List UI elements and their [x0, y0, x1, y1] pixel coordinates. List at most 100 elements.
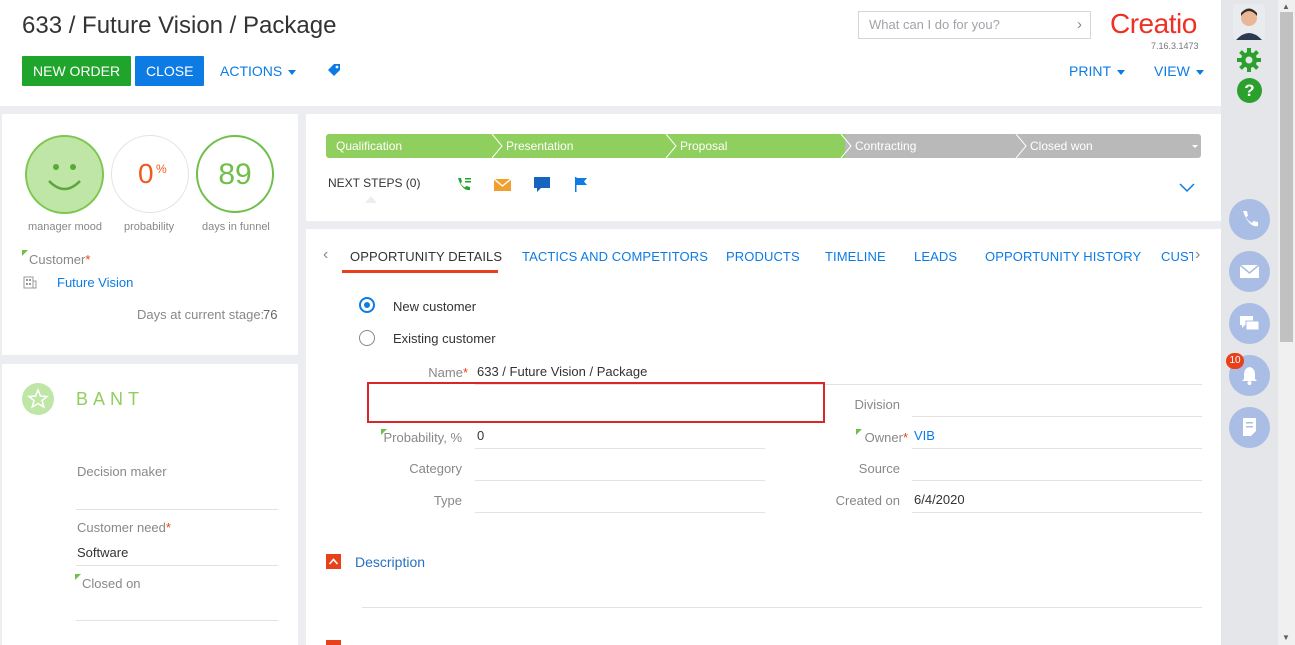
star-icon — [27, 388, 49, 409]
bant-icon — [22, 383, 54, 415]
notification-count-badge: 10 — [1226, 353, 1244, 369]
description-group-title[interactable]: Description — [355, 554, 425, 570]
decision-maker-label: Decision maker — [77, 464, 167, 479]
customer-need-value[interactable]: Software — [77, 545, 128, 560]
probability-unit: % — [156, 162, 167, 176]
probability-field-label: Probability, % — [383, 430, 462, 445]
tab-leads[interactable]: LEADS — [914, 249, 957, 264]
page-title: 633 / Future Vision / Package — [22, 12, 337, 39]
tab-customer-truncated[interactable]: CUST — [1161, 249, 1193, 264]
tab-opportunity-details[interactable]: OPPORTUNITY DETAILS — [350, 249, 502, 264]
category-label: Category — [409, 461, 462, 476]
document-icon — [1243, 418, 1256, 436]
message-icon[interactable] — [534, 177, 550, 192]
customer-link[interactable]: Future Vision — [57, 275, 133, 290]
days-in-funnel-caption: days in funnel — [202, 221, 270, 233]
chevron-down-icon[interactable] — [1179, 183, 1195, 193]
tabs-scroll-left-icon[interactable]: ‹ — [323, 246, 328, 264]
created-on-value: 6/4/2020 — [914, 492, 965, 507]
tab-timeline[interactable]: TIMELINE — [825, 249, 886, 264]
search-input[interactable]: What can I do for you? › — [858, 11, 1091, 39]
tab-opportunity-history[interactable]: OPPORTUNITY HISTORY — [985, 249, 1141, 264]
existing-customer-label: Existing customer — [393, 331, 496, 346]
phone-icon — [1243, 211, 1258, 227]
email-icon[interactable] — [494, 178, 511, 191]
close-button[interactable]: CLOSE — [135, 56, 205, 86]
collapse-icon[interactable] — [326, 640, 341, 645]
stage-panel — [306, 114, 1221, 221]
owner-value[interactable]: VIB — [914, 428, 935, 443]
view-label: VIEW — [1154, 63, 1190, 79]
customer-need-label: Customer need* — [77, 520, 171, 535]
smiley-icon — [48, 164, 81, 191]
name-value[interactable]: 633 / Future Vision / Package — [477, 364, 647, 379]
print-label: PRINT — [1069, 63, 1111, 79]
decision-maker-field[interactable] — [76, 509, 278, 510]
days-in-funnel-indicator: 89 — [196, 135, 274, 213]
required-marker — [22, 250, 28, 256]
gear-icon[interactable] — [1236, 47, 1262, 73]
active-tab-indicator — [342, 270, 498, 273]
customer-need-underline — [76, 565, 278, 566]
feed-button[interactable] — [1229, 407, 1270, 448]
highlight-box — [367, 382, 825, 423]
customer-label: Customer* — [29, 252, 91, 267]
name-label: Name* — [428, 365, 468, 380]
tab-tactics-and-competitors[interactable]: TACTICS AND COMPETITORS — [522, 249, 708, 264]
view-menu[interactable]: VIEW — [1154, 63, 1204, 79]
new-customer-label: New customer — [393, 299, 477, 314]
scroll-thumb[interactable] — [1280, 12, 1293, 342]
probability-field-value[interactable]: 0 — [477, 428, 484, 443]
existing-customer-radio[interactable] — [359, 330, 375, 346]
created-on-underline — [912, 512, 1202, 513]
page-header: 633 / Future Vision / Package NEW ORDER … — [0, 0, 1221, 106]
probability-underline — [475, 448, 765, 449]
creatio-logo: Creatio — [1110, 8, 1197, 39]
flag-icon[interactable] — [574, 177, 588, 192]
days-at-stage-label: Days at current stage: — [137, 307, 265, 322]
bant-title: BANT — [76, 389, 145, 409]
description-field[interactable] — [362, 607, 1202, 608]
division-field[interactable] — [912, 416, 1202, 417]
next-steps-label[interactable]: NEXT STEPS (0) — [328, 176, 420, 190]
actions-menu[interactable]: ACTIONS — [220, 63, 297, 79]
source-field[interactable] — [912, 480, 1202, 481]
envelope-icon — [1239, 264, 1260, 278]
tag-icon[interactable] — [326, 62, 342, 78]
scroll-up-arrow[interactable]: ▲ — [1282, 2, 1290, 11]
new-order-button[interactable]: NEW ORDER — [22, 56, 132, 86]
manager-mood-indicator[interactable] — [25, 135, 104, 214]
scroll-down-arrow[interactable]: ▼ — [1282, 633, 1290, 642]
closed-on-label: Closed on — [82, 576, 141, 591]
collapse-icon[interactable] — [326, 554, 341, 569]
category-field[interactable] — [475, 480, 765, 481]
user-avatar[interactable] — [1233, 4, 1265, 40]
owner-underline — [912, 448, 1202, 449]
pointer-notch — [365, 196, 377, 203]
created-on-label: Created on — [835, 493, 900, 508]
chevron-down-icon — [1117, 69, 1125, 75]
chevron-down-icon — [1195, 69, 1204, 75]
stage-separators — [491, 134, 1198, 158]
print-menu[interactable]: PRINT — [1069, 63, 1125, 79]
type-label: Type — [433, 493, 462, 508]
phone-button[interactable] — [1229, 199, 1270, 240]
version-label: 7.16.3.1473 — [1151, 41, 1199, 51]
new-customer-radio[interactable] — [359, 297, 375, 313]
chevron-right-icon[interactable]: › — [1077, 12, 1082, 38]
email-button[interactable] — [1229, 251, 1270, 292]
chat-button[interactable] — [1229, 303, 1270, 344]
source-label: Source — [858, 461, 900, 476]
call-icon[interactable] — [456, 176, 473, 192]
days-in-funnel-value: 89 — [218, 158, 252, 191]
help-icon[interactable]: ? — [1237, 78, 1262, 103]
probability-caption: probability — [124, 221, 175, 233]
type-field[interactable] — [475, 512, 765, 513]
bell-icon — [1242, 367, 1257, 385]
building-icon — [23, 276, 37, 289]
tabs-scroll-right-icon[interactable]: › — [1195, 246, 1200, 264]
tab-products[interactable]: PRODUCTS — [726, 249, 800, 264]
page-scrollbar[interactable]: ▲ ▼ — [1278, 0, 1295, 645]
closed-on-field[interactable] — [76, 620, 278, 621]
manager-mood-label: manager mood — [28, 221, 102, 233]
